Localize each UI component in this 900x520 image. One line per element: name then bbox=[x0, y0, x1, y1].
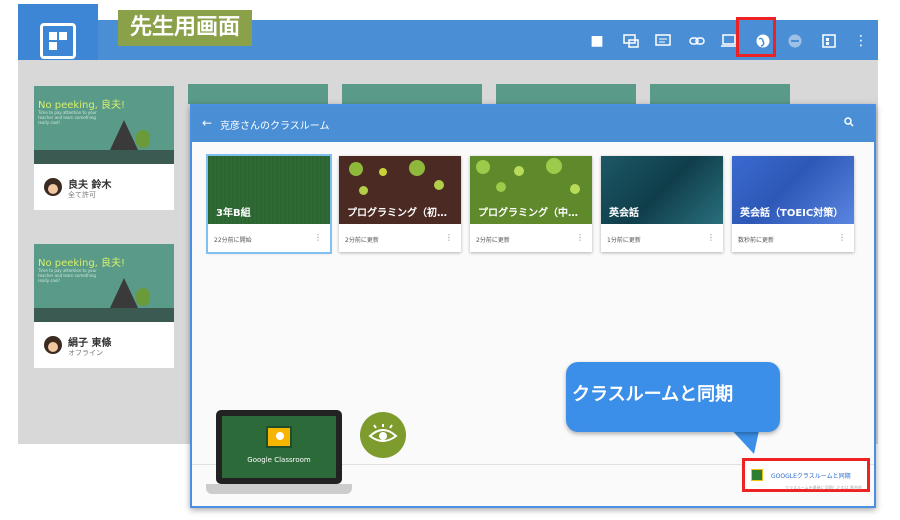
screenshot-root: 先生用画面 ■ ⋮ No peeking, 良夫! Time to pay at… bbox=[0, 0, 900, 520]
student-screen-subtitle: Time to pay attention to your teacher an… bbox=[38, 268, 97, 283]
message-icon[interactable] bbox=[652, 30, 674, 52]
sync-last-time: クラスルームを最後に同期したのは 数秒前 bbox=[785, 485, 863, 490]
student-info: 良夫 鈴木 全て許可 bbox=[34, 164, 174, 210]
google-classroom-icon bbox=[751, 469, 763, 481]
google-classroom-logo-icon bbox=[266, 426, 292, 448]
student-screen-thumbnail: No peeking, 良夫! Time to pay attention to… bbox=[34, 244, 174, 322]
teacher-screen-badge: 先生用画面 bbox=[118, 10, 253, 46]
link-icon[interactable] bbox=[686, 30, 708, 52]
more-icon[interactable]: ⋮ bbox=[445, 233, 453, 242]
class-name: 3年B組 bbox=[216, 208, 251, 219]
more-icon[interactable]: ⋮ bbox=[707, 233, 715, 242]
web-icon-highlight bbox=[736, 17, 776, 57]
student-info: 絹子 東條 オフライン bbox=[34, 322, 174, 368]
class-card[interactable]: プログラミング（初… 2分前に更新 ⋮ bbox=[339, 156, 461, 252]
eye-icon bbox=[360, 412, 406, 458]
search-icon[interactable] bbox=[844, 117, 854, 130]
class-name: 英会話 bbox=[609, 208, 639, 219]
student-name: 絹子 東條 bbox=[68, 338, 112, 349]
student-screen-thumbnail-hidden bbox=[188, 84, 328, 104]
class-updated: 数秒前に更新 bbox=[738, 237, 775, 244]
class-updated: 22分前に開始 bbox=[214, 237, 252, 244]
student-tile[interactable]: No peeking, 良夫! Time to pay attention to… bbox=[34, 244, 174, 368]
student-status: 全て許可 bbox=[68, 191, 96, 199]
student-screen-title: No peeking, 良夫! bbox=[38, 258, 126, 269]
block-icon[interactable] bbox=[784, 30, 806, 52]
class-updated: 2分前に更新 bbox=[476, 237, 510, 244]
dialog-header: ← 克彦さんのクラスルーム bbox=[192, 106, 874, 142]
student-screen-thumbnail-hidden bbox=[342, 84, 482, 104]
sync-classroom-button[interactable]: GOOGLEクラスルームと同期 クラスルームを最後に同期したのは 数秒前 bbox=[742, 458, 870, 492]
student-screen-subtitle: Time to pay attention to your teacher an… bbox=[38, 110, 97, 125]
present-icon[interactable] bbox=[620, 30, 642, 52]
laptop-screen-label: Google Classroom bbox=[247, 456, 311, 464]
laptop-illustration: Google Classroom bbox=[206, 408, 352, 498]
student-screen-thumbnail-hidden bbox=[496, 84, 636, 104]
avatar bbox=[44, 178, 62, 196]
dashboard-icon[interactable] bbox=[818, 30, 840, 52]
student-status: オフライン bbox=[68, 349, 103, 357]
class-name: 英会話（TOEIC対策） bbox=[740, 208, 844, 219]
stop-icon[interactable]: ■ bbox=[586, 30, 608, 52]
student-screen-thumbnail: No peeking, 良夫! Time to pay attention to… bbox=[34, 86, 174, 164]
class-name: プログラミング（初… bbox=[347, 208, 447, 219]
student-name: 良夫 鈴木 bbox=[68, 180, 112, 191]
sync-button-label: GOOGLEクラスルームと同期 bbox=[771, 473, 851, 480]
dialog-title: 克彦さんのクラスルーム bbox=[220, 121, 330, 132]
callout-text: クラスルームと同期 bbox=[572, 384, 734, 405]
grid-logo-icon bbox=[40, 23, 76, 59]
back-arrow-icon[interactable]: ← bbox=[202, 116, 212, 130]
class-card[interactable]: プログラミング（中… 2分前に更新 ⋮ bbox=[470, 156, 592, 252]
more-icon[interactable]: ⋮ bbox=[838, 233, 846, 242]
class-updated: 1分前に更新 bbox=[607, 237, 641, 244]
class-card[interactable]: 英会話（TOEIC対策） 数秒前に更新 ⋮ bbox=[732, 156, 854, 252]
avatar bbox=[44, 336, 62, 354]
class-card[interactable]: 3年B組 22分前に開始 ⋮ bbox=[206, 154, 332, 254]
student-screen-title: No peeking, 良夫! bbox=[38, 100, 126, 111]
more-icon[interactable]: ⋮ bbox=[850, 30, 872, 52]
student-tile[interactable]: No peeking, 良夫! Time to pay attention to… bbox=[34, 86, 174, 210]
class-card[interactable]: 英会話 1分前に更新 ⋮ bbox=[601, 156, 723, 252]
callout-bubble: クラスルームと同期 bbox=[566, 362, 780, 432]
more-icon[interactable]: ⋮ bbox=[314, 233, 322, 242]
more-icon[interactable]: ⋮ bbox=[576, 233, 584, 242]
student-screen-thumbnail-hidden bbox=[650, 84, 790, 104]
class-updated: 2分前に更新 bbox=[345, 237, 379, 244]
class-name: プログラミング（中… bbox=[478, 208, 578, 219]
